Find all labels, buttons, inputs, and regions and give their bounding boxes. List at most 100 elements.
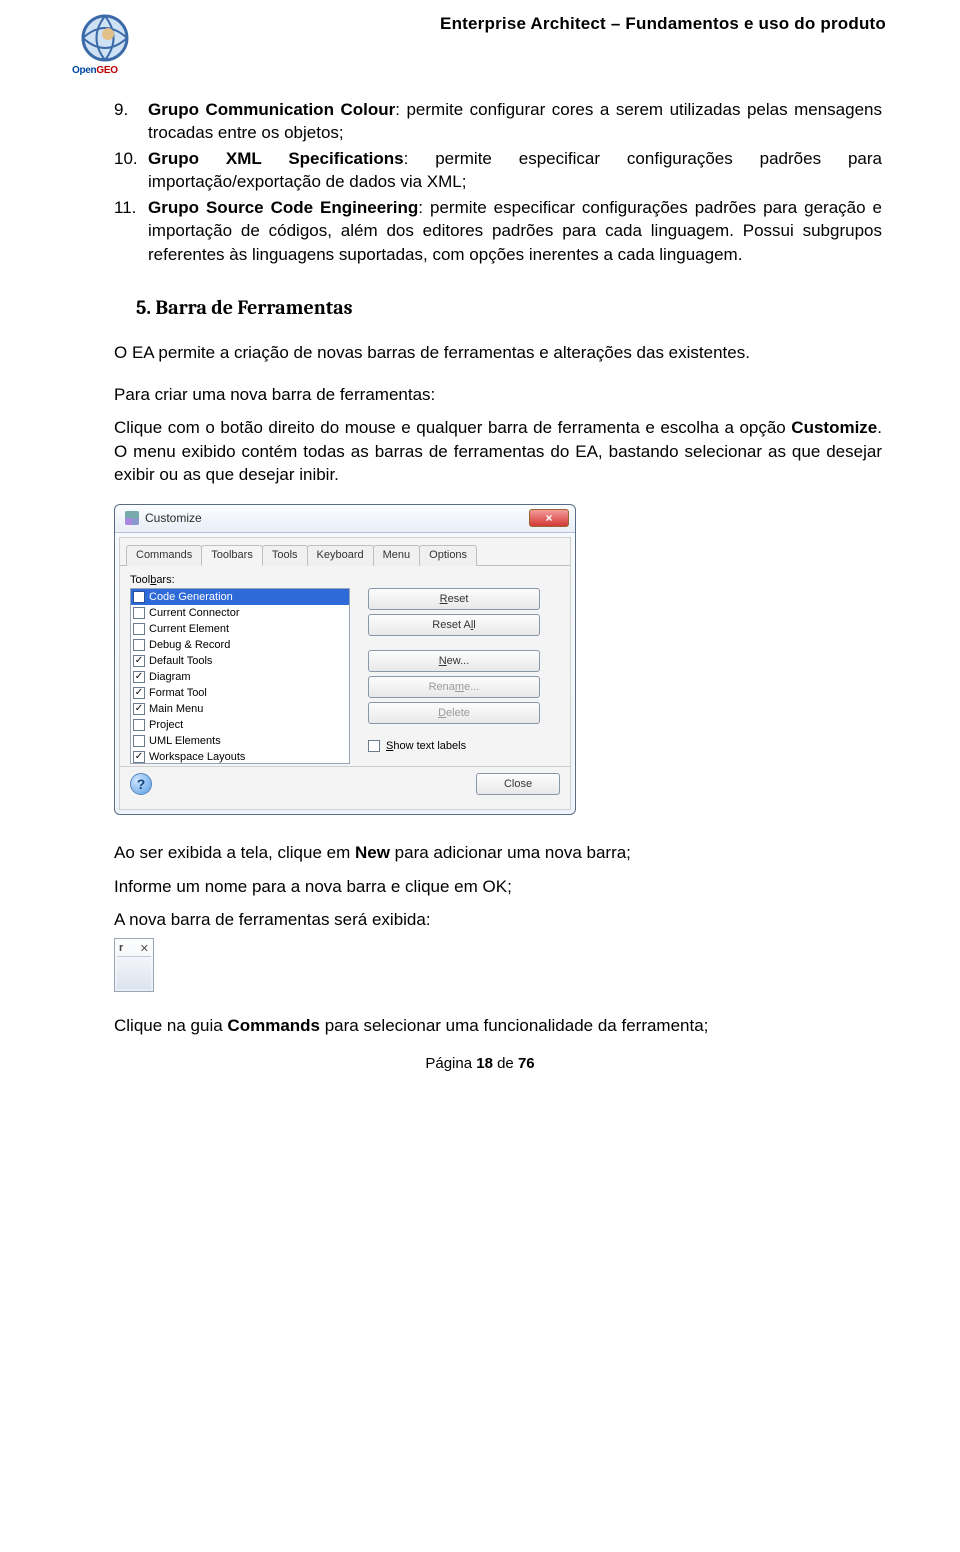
footer-page-number: 18 xyxy=(476,1055,493,1072)
list-item: 10. Grupo XML Specifications: permite es… xyxy=(114,147,882,194)
customize-dialog: Customize × Commands Toolbars Tools Keyb… xyxy=(114,504,576,815)
list-item[interactable]: ✓ Main Menu xyxy=(131,701,349,717)
logo-text-open: Open xyxy=(72,65,96,76)
numbered-list: 9. Grupo Communication Colour: permite c… xyxy=(114,98,882,266)
list-item[interactable]: Current Connector xyxy=(131,605,349,621)
list-item: 11. Grupo Source Code Engineering: permi… xyxy=(114,196,882,266)
list-item[interactable]: Debug & Record xyxy=(131,637,349,653)
page-content: 9. Grupo Communication Colour: permite c… xyxy=(74,98,886,1037)
list-item[interactable]: ✓ Format Tool xyxy=(131,685,349,701)
paragraph: Informe um nome para a nova barra e cliq… xyxy=(114,875,882,898)
tab-toolbars[interactable]: Toolbars xyxy=(201,545,263,566)
list-item-checkbox[interactable]: ✓ xyxy=(133,655,145,667)
tab-menu[interactable]: Menu xyxy=(373,545,421,566)
mini-toolbar-handle[interactable]: r ✕ xyxy=(117,941,151,957)
show-text-labels-row[interactable]: Show text labels xyxy=(368,740,540,752)
close-button[interactable]: Close xyxy=(476,773,560,795)
dialog-icon xyxy=(125,511,139,525)
list-item[interactable]: Current Element xyxy=(131,621,349,637)
new-button[interactable]: New... xyxy=(368,650,540,672)
bold-text: Customize xyxy=(791,418,877,437)
mini-toolbar-body xyxy=(117,957,151,989)
list-item-label: Current Element xyxy=(149,623,229,635)
footer-pre: Página xyxy=(425,1055,476,1072)
list-item-label: Debug & Record xyxy=(149,639,230,651)
list-item-label: Default Tools xyxy=(149,655,212,667)
item-title: Grupo Source Code Engineering xyxy=(148,198,418,217)
item-number: 9. xyxy=(114,98,142,145)
list-item[interactable]: Code Generation xyxy=(131,589,349,605)
item-number: 11. xyxy=(114,196,142,266)
footer-mid: de xyxy=(493,1055,518,1072)
list-item-checkbox[interactable]: ✓ xyxy=(133,687,145,699)
text: para adicionar uma nova barra; xyxy=(390,843,631,862)
list-item-label: UML Elements xyxy=(149,735,221,747)
list-item[interactable]: UML Elements xyxy=(131,733,349,749)
text: para selecionar uma funcionalidade da fe… xyxy=(320,1016,708,1035)
text: Clique com o botão direito do mouse e qu… xyxy=(114,418,791,437)
list-item[interactable]: Project xyxy=(131,717,349,733)
list-item-label: Format Tool xyxy=(149,687,207,699)
list-item-label: Diagram xyxy=(149,671,191,683)
bold-text: New xyxy=(355,843,390,862)
paragraph: A nova barra de ferramentas será exibida… xyxy=(114,908,882,931)
list-item-checkbox[interactable] xyxy=(133,735,145,747)
tab-keyboard[interactable]: Keyboard xyxy=(307,545,374,566)
section-heading: 5. Barra de Ferramentas xyxy=(136,296,882,319)
paragraph: Clique com o botão direito do mouse e qu… xyxy=(114,416,882,486)
tab-commands[interactable]: Commands xyxy=(126,545,202,566)
list-item[interactable]: ✓ Default Tools xyxy=(131,653,349,669)
item-number: 10. xyxy=(114,147,142,194)
list-item-label: Main Menu xyxy=(149,703,203,715)
show-text-labels-checkbox[interactable] xyxy=(368,740,380,752)
rename-button[interactable]: Rename... xyxy=(368,676,540,698)
page-header: OpenGEO Enterprise Architect – Fundament… xyxy=(74,10,886,72)
reset-all-button[interactable]: Reset All xyxy=(368,614,540,636)
tab-tools[interactable]: Tools xyxy=(262,545,308,566)
dialog-titlebar[interactable]: Customize × xyxy=(115,505,575,533)
list-item-checkbox[interactable]: ✓ xyxy=(133,703,145,715)
list-item-label: Code Generation xyxy=(149,591,233,603)
dialog-tabs: Commands Toolbars Tools Keyboard Menu Op… xyxy=(120,538,570,566)
dialog-button-column: Reset Reset All New... Rename... Delete … xyxy=(368,574,540,764)
dialog-close-button[interactable]: × xyxy=(529,509,569,527)
mini-toolbar[interactable]: r ✕ xyxy=(114,938,154,992)
dialog-body: Commands Toolbars Tools Keyboard Menu Op… xyxy=(119,537,571,810)
item-title: Grupo XML Specifications xyxy=(148,149,404,168)
delete-button[interactable]: Delete xyxy=(368,702,540,724)
page-footer: Página 18 de 76 xyxy=(74,1055,886,1072)
list-item-label: Current Connector xyxy=(149,607,240,619)
list-item-checkbox[interactable] xyxy=(133,719,145,731)
paragraph: Ao ser exibida a tela, clique em New par… xyxy=(114,841,882,864)
list-item-checkbox[interactable] xyxy=(133,591,145,603)
list-item-label: Project xyxy=(149,719,183,731)
document-title: Enterprise Architect – Fundamentos e uso… xyxy=(440,14,886,34)
mini-handle-grip: r xyxy=(119,942,123,954)
paragraph: Clique na guia Commands para selecionar … xyxy=(114,1014,882,1037)
list-item-label: Workspace Layouts xyxy=(149,751,245,763)
list-item-checkbox[interactable] xyxy=(133,623,145,635)
help-icon[interactable]: ? xyxy=(130,773,152,795)
paragraph: O EA permite a criação de novas barras d… xyxy=(114,341,882,364)
mini-close-icon[interactable]: ✕ xyxy=(140,942,149,955)
list-item-checkbox[interactable] xyxy=(133,639,145,651)
section-number: 5. xyxy=(136,296,151,319)
close-icon: × xyxy=(545,512,552,524)
list-item[interactable]: ✓ Workspace Layouts xyxy=(131,749,349,764)
footer-page-total: 76 xyxy=(518,1055,535,1072)
list-item-checkbox[interactable]: ✓ xyxy=(133,751,145,763)
show-text-labels-label: Show text labels xyxy=(386,740,466,752)
dialog-footer: ? Close xyxy=(120,766,570,801)
list-item-checkbox[interactable] xyxy=(133,607,145,619)
text: Ao ser exibida a tela, clique em xyxy=(114,843,355,862)
list-item[interactable]: ✓ Diagram xyxy=(131,669,349,685)
list-item: 9. Grupo Communication Colour: permite c… xyxy=(114,98,882,145)
logo-text-geo: GEO xyxy=(96,65,117,76)
toolbars-listbox[interactable]: Code Generation Current Connector Current … xyxy=(130,588,350,764)
reset-button[interactable]: Reset xyxy=(368,588,540,610)
bold-text: Commands xyxy=(227,1016,320,1035)
text: Clique na guia xyxy=(114,1016,227,1035)
tab-options[interactable]: Options xyxy=(419,545,477,566)
item-title: Grupo Communication Colour xyxy=(148,100,395,119)
list-item-checkbox[interactable]: ✓ xyxy=(133,671,145,683)
